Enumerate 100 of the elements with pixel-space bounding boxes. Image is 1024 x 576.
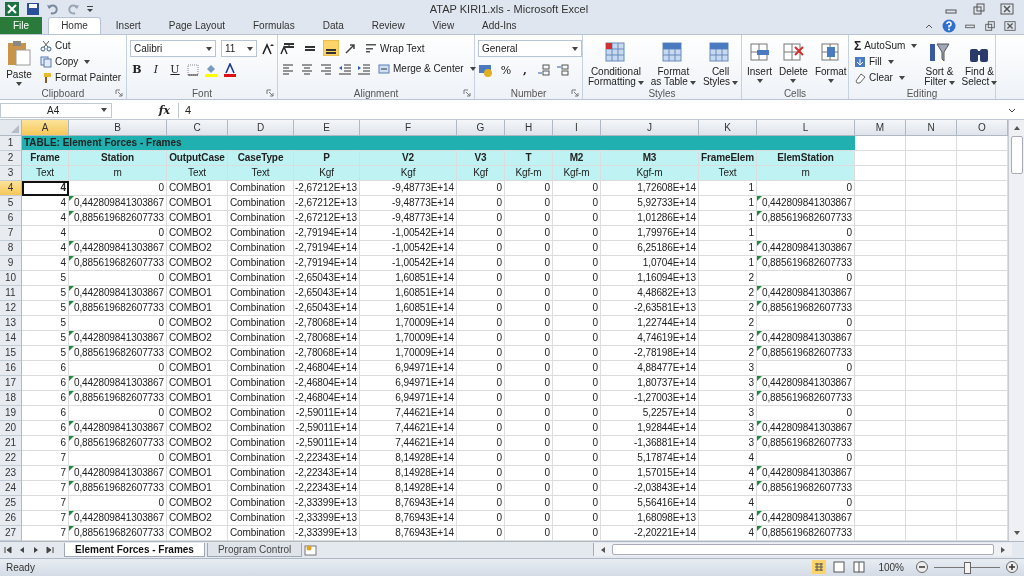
table-cell[interactable]: 0 <box>505 450 553 466</box>
table-cell[interactable]: 0 <box>505 240 553 256</box>
table-cell[interactable] <box>855 255 906 271</box>
table-cell[interactable]: 0 <box>505 495 553 511</box>
percent-button[interactable]: % <box>499 62 513 78</box>
table-cell[interactable]: 1,70009E+14 <box>360 315 457 331</box>
table-cell[interactable]: 5,92733E+14 <box>601 195 699 211</box>
table-cell[interactable]: 0,442809841303867 <box>69 510 167 526</box>
table-cell[interactable]: -2,67212E+13 <box>294 210 360 226</box>
table-cell[interactable]: -9,48773E+14 <box>360 210 457 226</box>
table-cell[interactable]: 0 <box>757 270 855 286</box>
table-cell[interactable]: 0 <box>457 360 505 376</box>
table-cell[interactable]: 8,14928E+14 <box>360 465 457 481</box>
decrease-indent-icon[interactable] <box>338 61 352 76</box>
italic-button[interactable]: I <box>149 62 163 78</box>
table-cell[interactable]: 3 <box>699 375 757 391</box>
table-cell[interactable]: 2 <box>699 270 757 286</box>
table-cell[interactable]: 0 <box>505 375 553 391</box>
error-indicator-icon[interactable] <box>69 390 74 396</box>
table-cell[interactable] <box>855 135 906 151</box>
sort-filter-button[interactable]: Sort & Filter <box>922 38 957 89</box>
table-cell[interactable]: Combination <box>228 510 294 526</box>
table-cell[interactable]: 1 <box>699 180 757 196</box>
table-cell[interactable]: 0,885619682607733 <box>69 390 167 406</box>
table-cell[interactable]: 3 <box>699 405 757 421</box>
table-cell[interactable]: 0 <box>553 285 601 301</box>
table-cell[interactable]: 0 <box>457 195 505 211</box>
table-cell[interactable]: 0 <box>505 525 553 541</box>
table-cell[interactable]: Combination <box>228 180 294 196</box>
table-cell[interactable]: 0,442809841303867 <box>69 285 167 301</box>
ribbon-tab[interactable]: Home <box>48 17 101 35</box>
table-cell[interactable]: Combination <box>228 315 294 331</box>
table-cell[interactable] <box>855 315 906 331</box>
table-cell[interactable]: COMBO2 <box>167 240 228 256</box>
table-cell[interactable] <box>906 495 957 511</box>
copy-button[interactable]: Copy <box>38 54 124 70</box>
error-indicator-icon[interactable] <box>757 285 762 291</box>
table-cell[interactable]: 4 <box>22 210 69 226</box>
error-indicator-icon[interactable] <box>69 435 74 441</box>
error-indicator-icon[interactable] <box>69 210 74 216</box>
table-cell[interactable] <box>855 210 906 226</box>
table-cell[interactable]: 4 <box>699 525 757 541</box>
table-cell[interactable]: 2 <box>699 330 757 346</box>
table-cell[interactable]: Combination <box>228 420 294 436</box>
table-cell[interactable]: COMBO2 <box>167 255 228 271</box>
table-cell[interactable]: 0 <box>457 330 505 346</box>
ribbon-tab[interactable]: Formulas <box>240 17 308 35</box>
font-name-dropdown[interactable]: Calibri <box>130 40 216 58</box>
table-cell[interactable]: -2,20221E+14 <box>601 525 699 541</box>
comma-style-button[interactable]: , <box>518 62 532 78</box>
zoom-out-icon[interactable] <box>916 561 928 574</box>
table-cell[interactable]: 0,885619682607733 <box>69 525 167 541</box>
table-cell[interactable] <box>855 300 906 316</box>
styles-button[interactable]: Cell Styles <box>700 38 741 89</box>
last-sheet-icon[interactable] <box>46 545 54 554</box>
ribbon-tab[interactable]: View <box>419 17 468 35</box>
table-cell[interactable]: 1,01286E+14 <box>601 210 699 226</box>
table-cell[interactable]: 1 <box>699 210 757 226</box>
table-cell[interactable]: 0 <box>69 450 167 466</box>
table-cell[interactable] <box>906 150 957 166</box>
table-cell[interactable]: 0 <box>69 495 167 511</box>
table-cell[interactable]: 0 <box>553 195 601 211</box>
table-cell[interactable]: 0 <box>505 225 553 241</box>
table-cell[interactable]: 0 <box>757 180 855 196</box>
table-cell[interactable]: 7 <box>22 495 69 511</box>
autosum-button[interactable]: Σ AutoSum <box>852 38 920 54</box>
scrollbar-thumb[interactable] <box>1010 135 1023 174</box>
cells-button[interactable]: Delete <box>777 38 810 85</box>
table-cell[interactable] <box>906 300 957 316</box>
borders-icon[interactable] <box>187 63 199 76</box>
zoom-in-icon[interactable] <box>1006 561 1018 574</box>
table-cell[interactable]: 0 <box>505 405 553 421</box>
align-center-icon[interactable] <box>300 61 314 76</box>
error-indicator-icon[interactable] <box>69 375 74 381</box>
next-sheet-icon[interactable] <box>32 545 40 554</box>
find-select-button[interactable]: Find & Select <box>959 38 1000 89</box>
close-icon[interactable] <box>1000 1 1014 16</box>
table-cell[interactable]: Combination <box>228 195 294 211</box>
clear-button[interactable]: Clear <box>852 70 920 86</box>
table-cell[interactable]: -2,46804E+14 <box>294 390 360 406</box>
ribbon-tab[interactable]: Add-Ins <box>469 17 530 35</box>
table-cell[interactable]: 0,885619682607733 <box>757 525 855 541</box>
table-cell[interactable] <box>855 390 906 406</box>
error-indicator-icon[interactable] <box>757 345 762 351</box>
table-cell[interactable]: Combination <box>228 270 294 286</box>
table-cell[interactable]: 0 <box>505 345 553 361</box>
table-cell[interactable]: 0 <box>553 390 601 406</box>
table-cell[interactable]: -9,48773E+14 <box>360 180 457 196</box>
table-cell[interactable]: 0 <box>553 450 601 466</box>
table-cell[interactable]: -2,78068E+14 <box>294 315 360 331</box>
table-cell[interactable]: Combination <box>228 450 294 466</box>
table-cell[interactable]: 2 <box>699 315 757 331</box>
sheet-tab[interactable]: Program Control <box>206 542 303 557</box>
table-cell[interactable]: 0 <box>457 525 505 541</box>
table-cell[interactable] <box>906 165 957 181</box>
table-cell[interactable]: -2,65043E+14 <box>294 270 360 286</box>
insert-sheet-icon[interactable] <box>304 542 319 557</box>
table-cell[interactable]: 0 <box>553 495 601 511</box>
table-cell[interactable]: 0,885619682607733 <box>69 435 167 451</box>
table-cell[interactable]: COMBO1 <box>167 180 228 196</box>
